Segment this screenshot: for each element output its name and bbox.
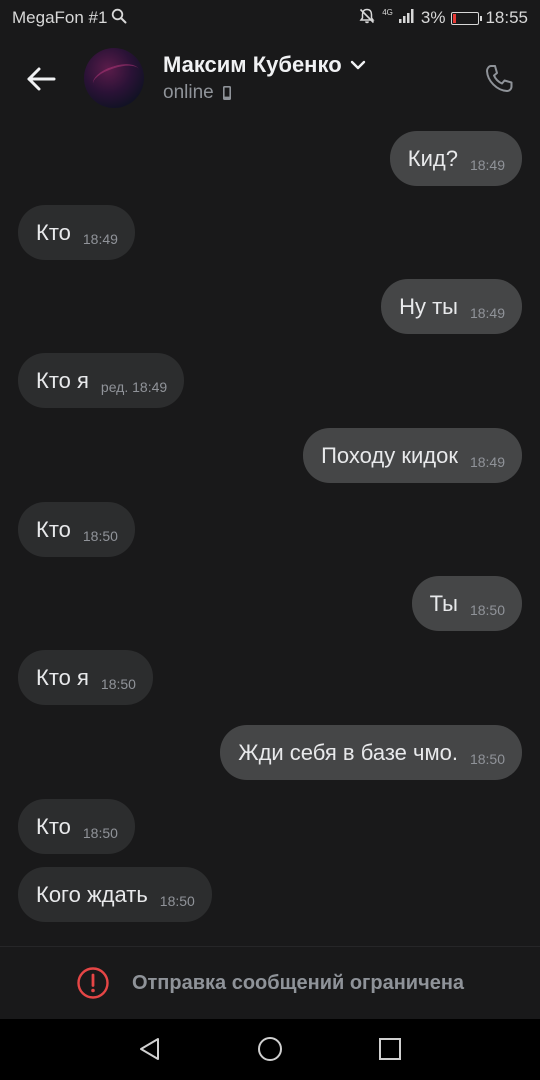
message-time: 18:50: [100, 675, 136, 692]
message-bubble-outgoing[interactable]: Походу кидок 18:49: [303, 428, 522, 483]
contact-status: online: [163, 82, 214, 103]
phone-icon: [486, 65, 513, 92]
nav-back-button[interactable]: [135, 1034, 165, 1064]
message-bubble-outgoing[interactable]: Ты 18:50: [411, 576, 522, 631]
chevron-down-icon: [350, 60, 365, 70]
message-time: 18:50: [82, 527, 118, 544]
message-text: Походу кидок: [321, 442, 458, 468]
call-button[interactable]: [480, 60, 518, 98]
message-text: Ты: [429, 590, 458, 616]
message-text: Кто я: [36, 664, 89, 690]
message-time: 18:49: [469, 304, 505, 321]
message-time: 18:50: [159, 892, 195, 909]
messaging-restricted-bar: Отправка сообщений ограничена: [0, 946, 540, 1019]
message-bubble-incoming[interactable]: Кого ждать 18:50: [18, 867, 212, 922]
message-bubble-outgoing[interactable]: Ну ты 18:49: [381, 279, 522, 334]
message-bubble-incoming[interactable]: Кто я 18:50: [18, 650, 153, 705]
message-list: Кид? 18:49 Кто 18:49 Ну ты 18:49 Кто я р…: [0, 122, 540, 946]
system-navigation-bar: [0, 1019, 540, 1080]
contact-name-button[interactable]: Максим Кубенко: [163, 52, 366, 78]
clock: 18:55: [485, 8, 528, 27]
message-text: Кид?: [407, 145, 458, 171]
message-text: Ну ты: [399, 293, 458, 319]
nav-recents-button[interactable]: [375, 1034, 405, 1064]
message-bubble-outgoing[interactable]: Кид? 18:49: [389, 131, 522, 186]
message-text: Кто: [36, 516, 71, 542]
chat-screen: MegaFon #1 4G 3% 18:55 Максим Кубенко on…: [0, 0, 540, 1080]
mute-icon: [358, 7, 376, 30]
status-right: 4G 3% 18:55: [358, 7, 528, 30]
message-time: 18:50: [82, 824, 118, 841]
nav-home-button[interactable]: [255, 1034, 285, 1064]
message-time: 18:49: [82, 230, 118, 247]
arrow-left-icon: [27, 67, 56, 91]
signal-icon: [398, 8, 415, 28]
status-bar: MegaFon #1 4G 3% 18:55: [0, 0, 540, 36]
message-text: Кого ждать: [36, 881, 148, 907]
alert-circle-icon: [77, 967, 109, 999]
network-type: 4G: [382, 8, 393, 17]
message-time: 18:50: [469, 601, 505, 618]
chat-header: Максим Кубенко online: [0, 36, 540, 122]
contact-avatar[interactable]: [84, 48, 144, 108]
restricted-message: Отправка сообщений ограничена: [131, 971, 465, 994]
home-circle-icon: [258, 1037, 282, 1061]
message-bubble-incoming[interactable]: Кто 18:50: [18, 799, 135, 854]
message-bubble-incoming[interactable]: Кто 18:49: [18, 205, 135, 260]
status-left: MegaFon #1: [12, 8, 127, 29]
message-time: 18:49: [469, 156, 505, 173]
message-text: Кто я: [36, 367, 89, 393]
message-time-edited: ред. 18:49: [100, 378, 168, 395]
message-time: 18:49: [469, 453, 505, 470]
battery-icon: [451, 11, 483, 25]
mobile-phone-icon: [222, 86, 231, 100]
message-bubble-incoming[interactable]: Кто я ред. 18:49: [18, 353, 185, 408]
message-text: Жди себя в базе чмо.: [238, 739, 458, 765]
carrier-name: MegaFon #1: [12, 8, 108, 27]
contact-name: Максим Кубенко: [163, 52, 342, 77]
search-icon: [111, 8, 127, 29]
contact-status-row: online: [163, 82, 232, 104]
message-bubble-incoming[interactable]: Кто 18:50: [18, 502, 135, 557]
battery-percent: 3%: [420, 8, 446, 27]
recents-square-icon: [379, 1038, 401, 1060]
message-text: Кто: [36, 813, 71, 839]
back-button[interactable]: [24, 62, 58, 96]
message-bubble-outgoing[interactable]: Жди себя в базе чмо. 18:50: [220, 725, 522, 780]
message-text: Кто: [36, 219, 71, 245]
message-time: 18:50: [469, 750, 505, 767]
back-triangle-icon: [140, 1038, 159, 1060]
battery-level: [453, 13, 456, 23]
